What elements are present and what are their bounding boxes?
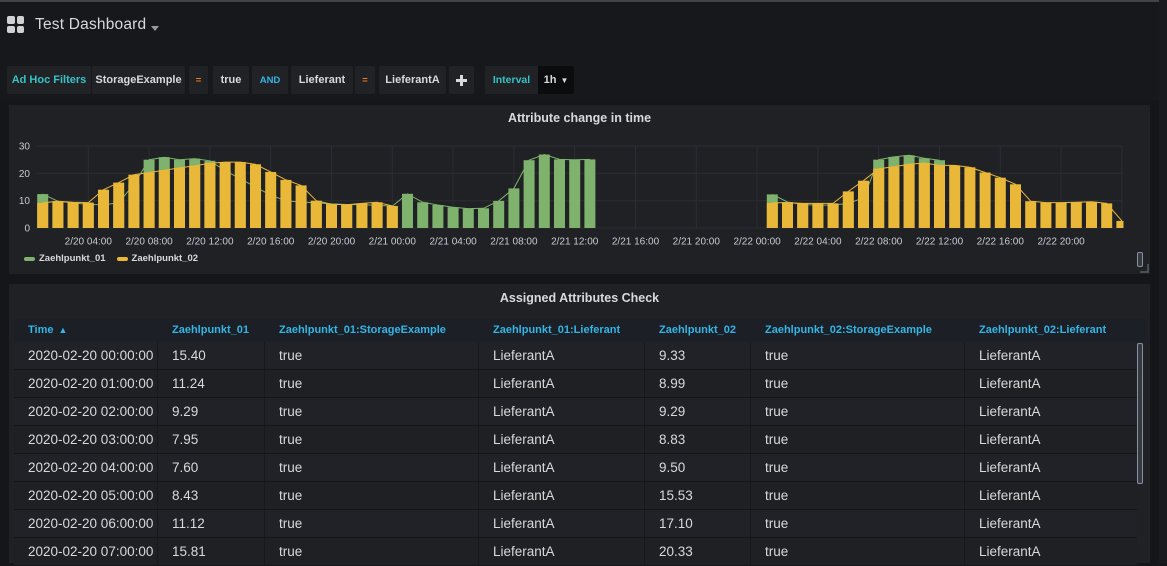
svg-text:2/22 00:00: 2/22 00:00 [733,237,781,248]
svg-text:2/20 12:00: 2/20 12:00 [186,237,234,248]
svg-text:2/22 20:00: 2/22 20:00 [1037,237,1085,248]
svg-text:2/21 08:00: 2/21 08:00 [490,237,538,248]
svg-text:2/21 16:00: 2/21 16:00 [612,237,660,248]
svg-text:2/22 16:00: 2/22 16:00 [977,237,1025,248]
svg-text:10: 10 [19,196,31,207]
svg-text:0: 0 [24,224,30,235]
svg-text:30: 30 [19,142,31,153]
svg-text:2/20 16:00: 2/20 16:00 [247,237,295,248]
svg-text:2/22 04:00: 2/22 04:00 [794,237,842,248]
svg-text:2/21 04:00: 2/21 04:00 [429,237,477,248]
svg-text:2/21 20:00: 2/21 20:00 [673,237,721,248]
svg-text:2/20 08:00: 2/20 08:00 [125,237,173,248]
svg-text:2/20 04:00: 2/20 04:00 [65,237,113,248]
svg-text:2/22 12:00: 2/22 12:00 [916,237,964,248]
svg-text:2/22 08:00: 2/22 08:00 [855,237,903,248]
svg-text:2/21 00:00: 2/21 00:00 [369,237,417,248]
svg-text:2/21 12:00: 2/21 12:00 [551,237,599,248]
svg-text:20: 20 [19,169,31,180]
svg-text:2/20 20:00: 2/20 20:00 [308,237,356,248]
